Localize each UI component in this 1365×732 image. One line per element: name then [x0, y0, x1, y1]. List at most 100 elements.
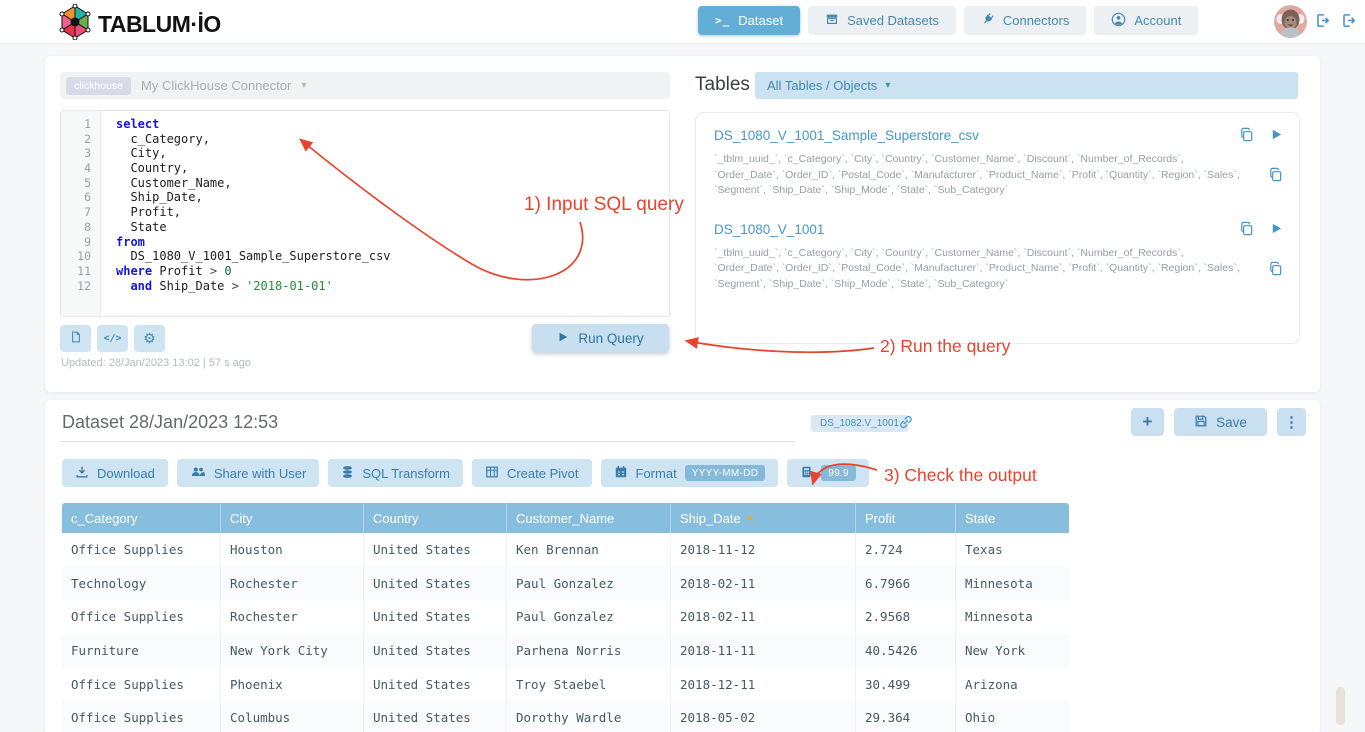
floppy-icon — [1194, 414, 1208, 431]
sql-line: State — [116, 220, 669, 235]
table-cell: 6.7966 — [855, 567, 955, 601]
column-header-c_Category[interactable]: c_Category — [62, 503, 220, 533]
table-row: Office SuppliesColumbusUnited StatesDoro… — [62, 701, 1069, 732]
play-icon[interactable] — [1270, 128, 1283, 146]
table-name-link[interactable]: DS_1080_V_1001 — [714, 222, 824, 237]
nav-account[interactable]: Account — [1094, 6, 1198, 35]
table-cell: Furniture — [62, 634, 220, 668]
create-pivot-button[interactable]: Create Pivot — [472, 459, 592, 487]
table-cell: Technology — [62, 567, 220, 601]
table-row: TechnologyRochesterUnited StatesPaul Gon… — [62, 567, 1069, 601]
play-icon[interactable] — [1270, 222, 1283, 240]
table-cell: Columbus — [220, 701, 363, 732]
sql-line: from — [116, 235, 669, 250]
brand-name: TABLUM·İO — [98, 11, 221, 38]
add-button[interactable]: + — [1131, 408, 1164, 436]
annotation-step1: 1) Input SQL query — [524, 194, 684, 216]
plus-icon: + — [1143, 412, 1153, 432]
table-cell: United States — [363, 567, 506, 601]
tables-filter-select[interactable]: All Tables / Objects ▾ — [755, 72, 1298, 99]
table-cell: Office Supplies — [62, 667, 220, 701]
column-header-City[interactable]: City — [220, 503, 363, 533]
column-header-State[interactable]: State — [955, 503, 1069, 533]
column-header-label: Ship_Date — [680, 511, 741, 526]
precision-pill: 99.9 — [821, 465, 856, 481]
dataset-card: Dataset 28/Jan/2023 12:53 DS_1082.V_1001… — [45, 400, 1320, 732]
code-icon: </> — [103, 333, 121, 344]
copy-columns-icon[interactable] — [1268, 167, 1283, 187]
user-avatar[interactable] — [1274, 5, 1307, 38]
link-icon[interactable] — [898, 414, 914, 435]
table-cell: Dorothy Wardle — [506, 701, 670, 732]
top-navbar: TABLUM·İO >_ Dataset Saved Datasets Conn… — [0, 0, 1365, 44]
precision-button[interactable]: 99.9 — [787, 459, 869, 487]
code-button[interactable]: </> — [97, 325, 128, 352]
column-header-Customer_Name[interactable]: Customer_Name — [506, 503, 670, 533]
tables-title: Tables — [695, 74, 750, 96]
brand[interactable]: TABLUM·İO — [58, 4, 221, 45]
copy-columns-icon[interactable] — [1268, 261, 1283, 281]
table-cell: United States — [363, 634, 506, 668]
last-updated-text: Updated: 28/Jan/2023 13:02 | 57 s ago — [61, 357, 251, 369]
table-cell: Ohio — [955, 701, 1069, 732]
table-cell: 2018-11-12 — [670, 533, 855, 567]
nav-connectors[interactable]: Connectors — [964, 6, 1086, 35]
sql-line: City, — [116, 146, 669, 161]
database-icon — [341, 465, 354, 482]
copy-icon[interactable] — [1239, 221, 1254, 241]
connector-select[interactable]: clickhouse My ClickHouse Connector ▾ — [60, 72, 670, 99]
calendar-icon — [614, 465, 628, 482]
column-header-Profit[interactable]: Profit — [855, 503, 955, 533]
line-number: 2 — [61, 132, 100, 147]
run-query-label: Run Query — [578, 331, 643, 346]
column-header-label: State — [965, 511, 995, 526]
share-with-user-button[interactable]: Share with User — [177, 459, 319, 487]
new-file-button[interactable] — [60, 325, 91, 352]
column-header-label: City — [230, 511, 252, 526]
table-cell: Rochester — [220, 600, 363, 634]
table-cell: New York — [955, 634, 1069, 668]
line-number: 7 — [61, 205, 100, 220]
caret-down-icon: ▾ — [301, 80, 306, 91]
terminal-icon: >_ — [715, 14, 730, 27]
archive-icon — [825, 12, 839, 29]
column-header-label: Country — [373, 511, 419, 526]
gear-icon: ⚙ — [143, 330, 156, 347]
sql-line: select — [116, 117, 669, 132]
kebab-icon: ⋮ — [1284, 413, 1299, 431]
table-cell: Paul Gonzalez — [506, 567, 670, 601]
sql-transform-label: SQL Transform — [362, 466, 450, 481]
sql-transform-button[interactable]: SQL Transform — [328, 459, 463, 487]
nav-label: Saved Datasets — [847, 13, 939, 28]
sign-in-icon[interactable] — [1315, 13, 1330, 33]
column-header-label: Profit — [865, 511, 895, 526]
column-header-Country[interactable]: Country — [363, 503, 506, 533]
table-cell: Office Supplies — [62, 701, 220, 732]
dataset-toolbar: Download Share with User SQL Transform C… — [62, 459, 869, 487]
download-button[interactable]: Download — [62, 459, 168, 487]
column-header-Ship_Date[interactable]: Ship_Date — [670, 503, 855, 533]
table-row: Office SuppliesHoustonUnited StatesKen B… — [62, 533, 1069, 567]
sql-line: Customer_Name, — [116, 176, 669, 191]
table-cell: Rochester — [220, 567, 363, 601]
table-cell: Texas — [955, 533, 1069, 567]
settings-button[interactable]: ⚙ — [134, 325, 165, 352]
vertical-scrollbar[interactable] — [1336, 687, 1345, 725]
logout-icon[interactable] — [1341, 13, 1356, 33]
table-cell: United States — [363, 667, 506, 701]
editor-toolbar: </> ⚙ — [60, 325, 165, 352]
run-query-button[interactable]: Run Query — [532, 324, 669, 352]
format-button[interactable]: Format YYYY-MM-DD — [601, 459, 779, 487]
save-button[interactable]: Save — [1174, 408, 1267, 436]
more-options-button[interactable]: ⋮ — [1277, 408, 1306, 436]
table-name-link[interactable]: DS_1080_V_1001_Sample_Superstore_csv — [714, 128, 979, 143]
nav-dataset[interactable]: >_ Dataset — [698, 6, 800, 35]
nav-saved-datasets[interactable]: Saved Datasets — [808, 6, 956, 35]
table-cell: United States — [363, 600, 506, 634]
table-row: Office SuppliesPhoenixUnited StatesTroy … — [62, 667, 1069, 701]
copy-icon[interactable] — [1239, 127, 1254, 147]
table-row: Office SuppliesRochesterUnited StatesPau… — [62, 600, 1069, 634]
line-number: 10 — [61, 249, 100, 264]
person-circle-icon — [1111, 12, 1126, 30]
share-label: Share with User — [214, 466, 306, 481]
